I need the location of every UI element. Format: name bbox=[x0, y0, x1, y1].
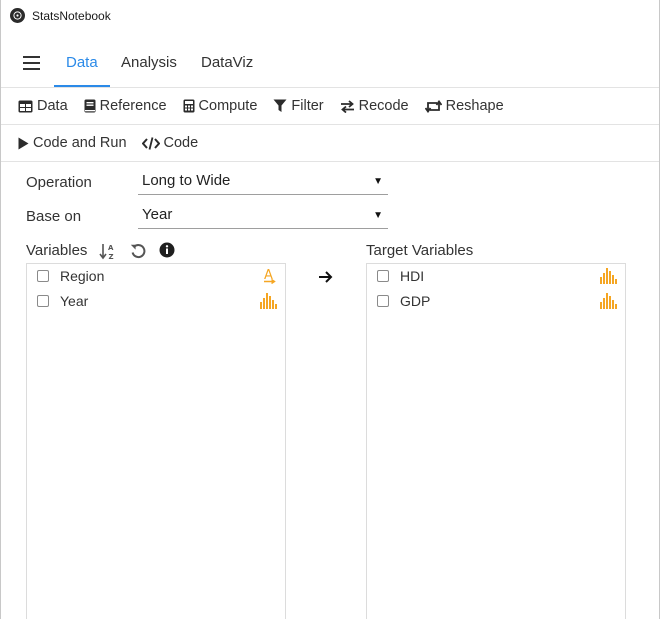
code-label: Code bbox=[163, 135, 199, 151]
sort-alpha-icon[interactable]: A Z bbox=[99, 243, 117, 260]
code-icon bbox=[141, 136, 160, 150]
table-icon bbox=[18, 100, 33, 112]
base-on-value: Year bbox=[142, 206, 173, 223]
toolbar-compute-label: Compute bbox=[198, 98, 258, 114]
svg-text:A: A bbox=[264, 268, 273, 283]
target-variables-list[interactable]: HDI GDP bbox=[366, 263, 626, 619]
checkbox[interactable] bbox=[377, 295, 389, 307]
toolbar-compute-button[interactable]: Compute bbox=[183, 98, 258, 114]
list-item[interactable]: GDP bbox=[367, 291, 625, 311]
numeric-type-icon bbox=[600, 268, 617, 284]
base-on-select[interactable]: Year ▼ bbox=[138, 204, 388, 229]
toolbar-recode-label: Recode bbox=[358, 98, 409, 114]
toolbar-data-button[interactable]: Data bbox=[18, 98, 68, 114]
info-icon[interactable] bbox=[159, 242, 175, 258]
checkbox[interactable] bbox=[37, 270, 49, 282]
tab-data[interactable]: Data bbox=[54, 44, 110, 87]
toolbar-reshape-button[interactable]: Reshape bbox=[424, 98, 504, 114]
arrow-right-icon[interactable] bbox=[318, 270, 333, 284]
checkbox[interactable] bbox=[37, 295, 49, 307]
base-on-label: Base on bbox=[26, 208, 82, 225]
tab-analysis[interactable]: Analysis bbox=[109, 44, 189, 87]
toolbar-filter-label: Filter bbox=[291, 98, 324, 114]
operation-label: Operation bbox=[26, 174, 92, 191]
title-bar: StatsNotebook bbox=[1, 0, 659, 31]
tab-dataviz[interactable]: DataViz bbox=[189, 44, 265, 87]
play-icon bbox=[18, 137, 29, 149]
numeric-type-icon bbox=[600, 293, 617, 309]
checkbox[interactable] bbox=[377, 270, 389, 282]
variables-list[interactable]: Region A Year bbox=[26, 263, 286, 619]
target-variables-label: Target Variables bbox=[366, 242, 474, 259]
variable-name: Year bbox=[60, 293, 89, 309]
window-title: StatsNotebook bbox=[32, 8, 111, 23]
code-and-run-button[interactable]: Code and Run bbox=[18, 135, 127, 151]
retweet-icon bbox=[424, 99, 442, 113]
list-item[interactable]: HDI bbox=[367, 266, 625, 286]
code-and-run-label: Code and Run bbox=[33, 135, 127, 151]
data-toolbar: Data Reference Compute Filter Recode Res… bbox=[1, 88, 520, 124]
toolbar-reference-button[interactable]: Reference bbox=[84, 98, 167, 114]
operation-select[interactable]: Long to Wide ▼ bbox=[138, 170, 388, 195]
variable-name: GDP bbox=[400, 293, 431, 309]
toolbar-filter-button[interactable]: Filter bbox=[273, 98, 324, 114]
app-logo-icon bbox=[10, 8, 25, 23]
string-type-icon: A bbox=[264, 268, 276, 284]
operation-value: Long to Wide bbox=[142, 172, 231, 189]
reset-icon[interactable] bbox=[130, 243, 147, 260]
main-nav: Data Analysis DataViz bbox=[1, 44, 659, 87]
app-window: StatsNotebook Data Analysis DataViz Data… bbox=[0, 0, 660, 619]
numeric-type-icon bbox=[260, 293, 277, 309]
toolbar-reshape-label: Reshape bbox=[445, 98, 504, 114]
variables-label: Variables bbox=[26, 242, 88, 259]
toolbar-recode-button[interactable]: Recode bbox=[340, 98, 409, 114]
svg-text:Z: Z bbox=[109, 253, 114, 260]
code-button[interactable]: Code bbox=[141, 135, 199, 151]
list-item[interactable]: Year bbox=[27, 291, 285, 311]
exchange-icon bbox=[340, 99, 354, 113]
run-toolbar: Code and Run Code bbox=[1, 125, 214, 161]
actions-divider bbox=[1, 161, 659, 162]
list-item[interactable]: Region A bbox=[27, 266, 285, 286]
toolbar-data-label: Data bbox=[37, 98, 68, 114]
variable-name: Region bbox=[60, 268, 105, 284]
calculator-icon bbox=[183, 99, 195, 113]
dropdown-caret-icon: ▼ bbox=[373, 176, 383, 187]
menu-icon[interactable] bbox=[23, 56, 40, 70]
toolbar-reference-label: Reference bbox=[99, 98, 167, 114]
dropdown-caret-icon: ▼ bbox=[373, 210, 383, 221]
filter-icon bbox=[273, 99, 287, 112]
book-icon bbox=[84, 99, 96, 113]
variable-name: HDI bbox=[400, 268, 425, 284]
svg-text:A: A bbox=[108, 244, 114, 252]
